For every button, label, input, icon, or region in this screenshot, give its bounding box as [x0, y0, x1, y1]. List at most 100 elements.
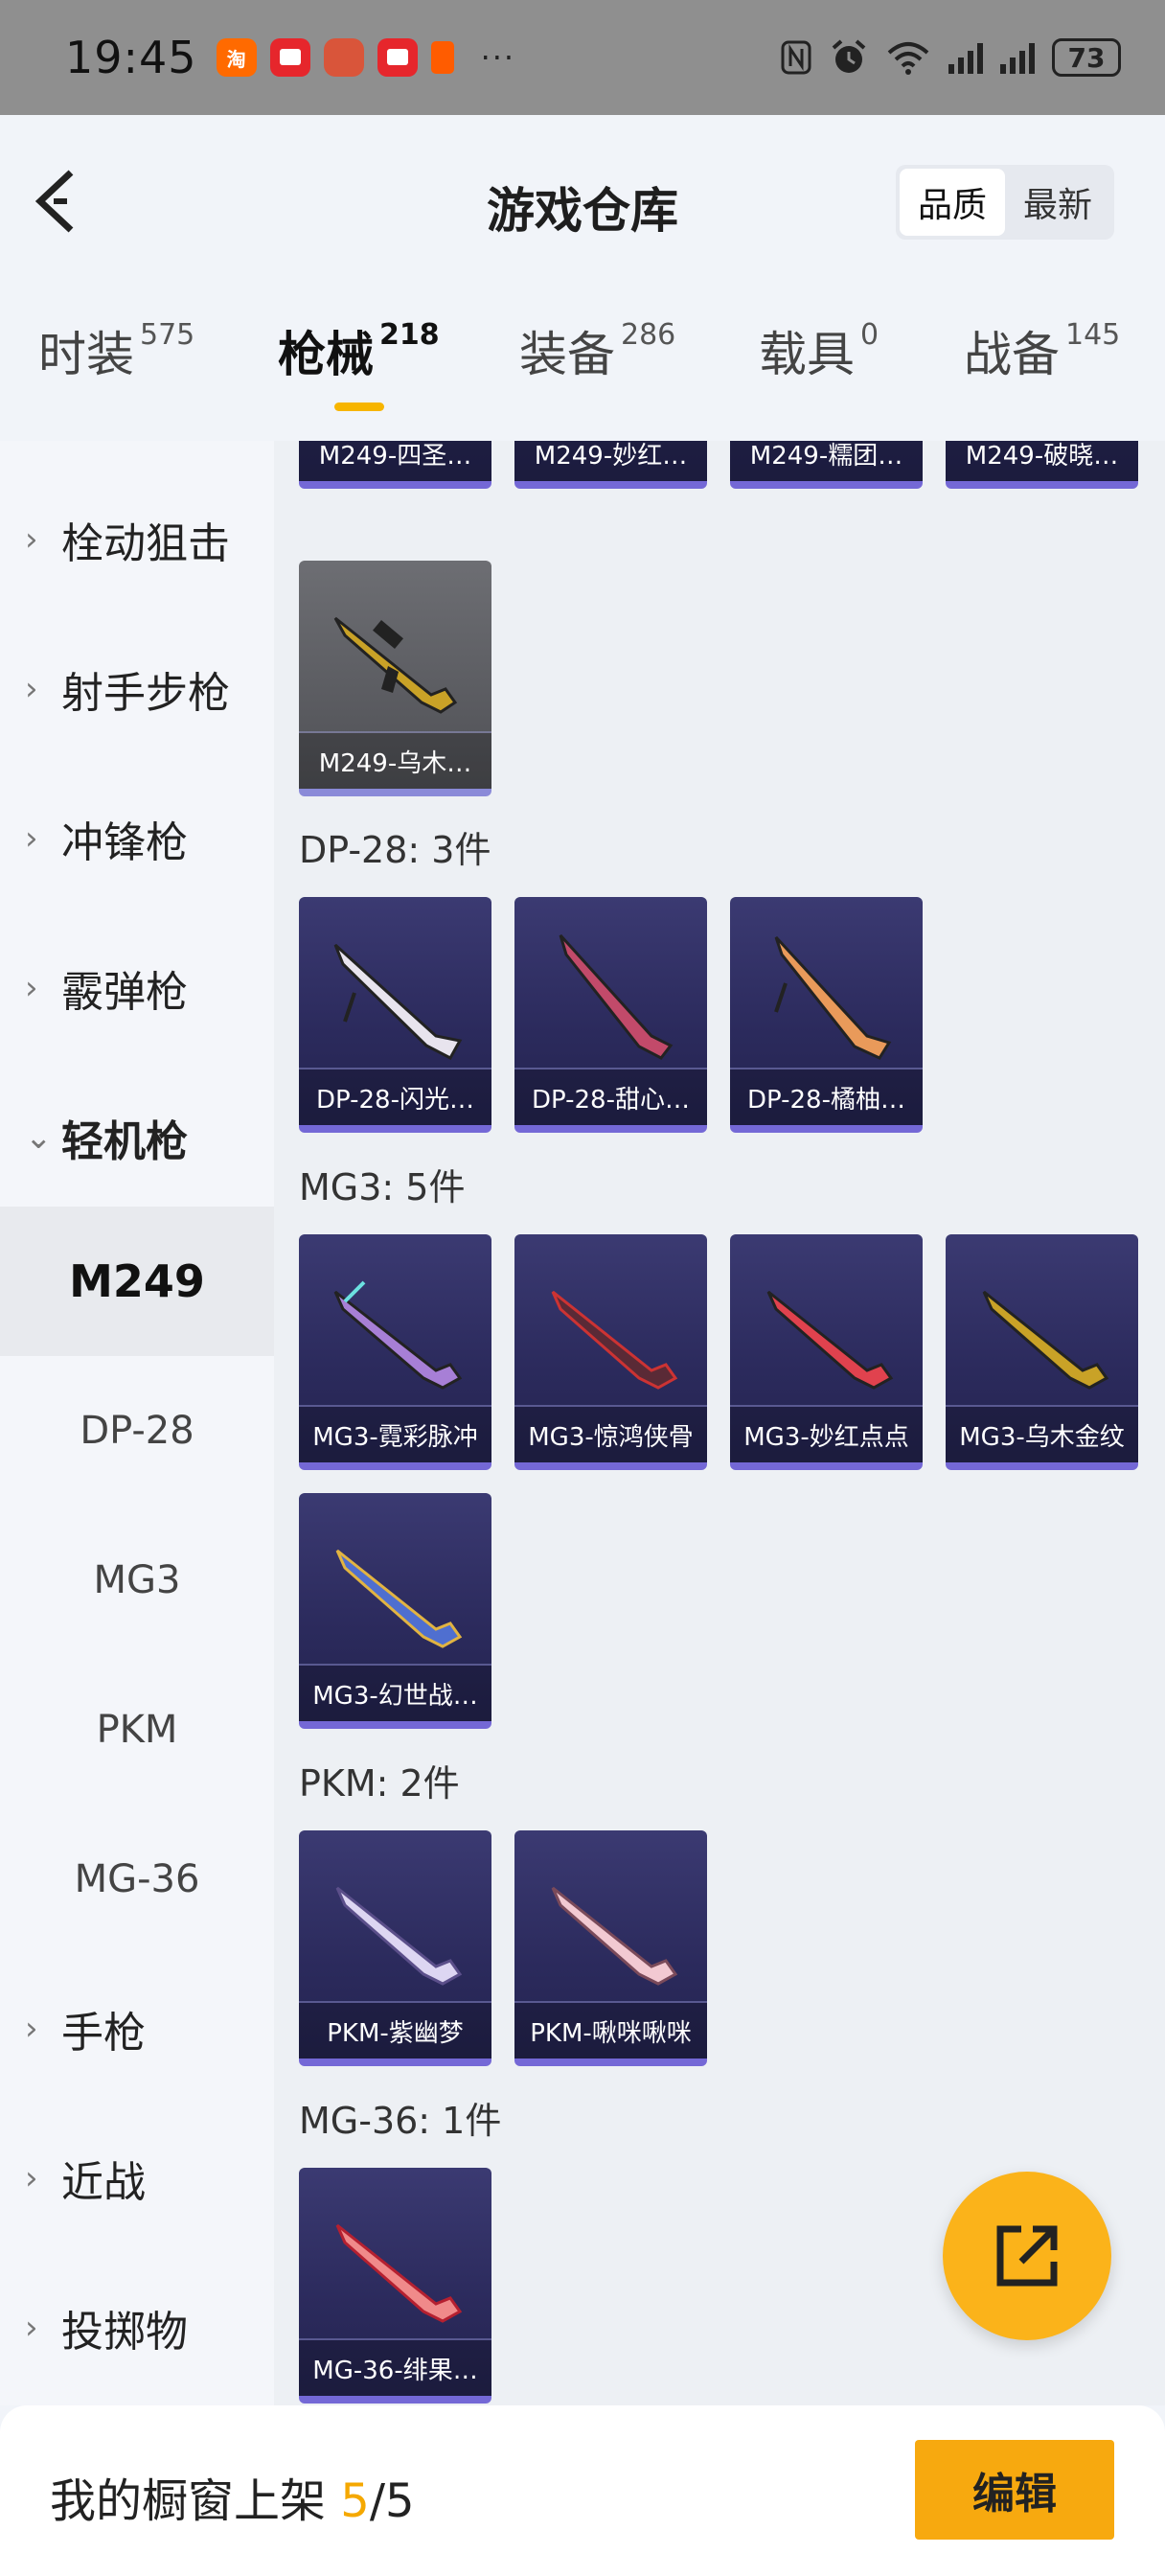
- lmg-gun-image: [335, 1549, 463, 1648]
- status-right: 73: [780, 38, 1121, 77]
- weapon-skin-grid: M249-四圣… M249-妙红… M249-糯团… M249-破晓… M249…: [274, 441, 1165, 2405]
- weapon-skin-card[interactable]: M249-破晓…: [946, 441, 1138, 489]
- tab-fashion[interactable]: 时装 575: [38, 316, 194, 385]
- battery-level: 73: [1067, 41, 1106, 74]
- sidebar-item-label: 轻机枪: [61, 1117, 188, 1166]
- game-face-icon: [323, 38, 364, 77]
- sidebar-sub-m249[interactable]: M249: [0, 1207, 274, 1356]
- weapon-skin-card[interactable]: MG-36-绯果…: [299, 2168, 491, 2404]
- sidebar-item-label: 近战: [61, 2158, 146, 2207]
- weapon-skin-card[interactable]: MG3-幻世战…: [299, 1493, 491, 1729]
- tab-count: 286: [621, 318, 676, 352]
- weapon-skin-name: MG3-惊鸿侠骨: [514, 1407, 707, 1462]
- section-title-mg3: MG3: 5件: [299, 1166, 466, 1208]
- sidebar-item-label: 冲锋枪: [61, 818, 188, 867]
- weapon-skin-name: DP-28-橘柚…: [730, 1070, 923, 1125]
- section-title-pkm: PKM: 2件: [299, 1762, 460, 1805]
- weapon-skin-card[interactable]: M249-四圣…: [299, 441, 491, 489]
- weapon-skin-name: M249-乌木…: [299, 733, 491, 789]
- weapon-skin-name: MG-36-绯果…: [299, 2340, 491, 2396]
- sidebar-item-smg[interactable]: › 冲锋枪: [0, 764, 274, 913]
- red-app-icon: [269, 38, 310, 77]
- sidebar-item-bolt-sniper[interactable]: › 栓动狙击: [0, 465, 274, 614]
- lmg-gun-image: [333, 616, 458, 714]
- weapon-skin-card[interactable]: PKM-紫幽梦: [299, 1830, 491, 2066]
- tab-vehicles[interactable]: 载具 0: [759, 316, 879, 385]
- weapon-skin-name: DP-28-甜心…: [514, 1070, 707, 1125]
- red-app-icon: [377, 38, 418, 77]
- lmg-gun-image: [551, 1290, 678, 1390]
- taobao-icon: 淘: [216, 38, 257, 77]
- sidebar-item-pistol[interactable]: › 手枪: [0, 1954, 274, 2104]
- sidebar-sub-pkm[interactable]: PKM: [0, 1655, 274, 1805]
- weapon-skin-card[interactable]: M249-乌木…: [299, 561, 491, 796]
- sidebar-item-label: 霰弹枪: [61, 968, 188, 1017]
- sidebar-sub-mg3[interactable]: MG3: [0, 1506, 274, 1655]
- sidebar-item-label: 投掷物: [61, 2308, 188, 2357]
- sort-toggle[interactable]: 品质 最新: [896, 165, 1114, 240]
- battery-icon: 73: [1052, 38, 1121, 77]
- weapon-skin-card[interactable]: DP-28-闪光…: [299, 897, 491, 1133]
- sidebar-item-lmg[interactable]: ⌄ 轻机枪: [0, 1063, 274, 1212]
- weapon-skin-name: MG3-霓彩脉冲: [299, 1407, 491, 1462]
- sidebar-item-melee[interactable]: › 近战: [0, 2104, 274, 2253]
- sort-quality-option[interactable]: 品质: [900, 169, 1005, 236]
- weapon-skin-card[interactable]: M249-妙红…: [514, 441, 707, 489]
- category-tabs: 时装 575 枪械 218 装备 286 载具 0 战备 145: [0, 316, 1165, 422]
- sidebar-item-label: 射手步枪: [61, 669, 230, 718]
- alarm-icon: [832, 39, 866, 73]
- active-tab-indicator: [334, 402, 384, 411]
- notification-icons: 淘 ···: [216, 38, 516, 77]
- sort-newest-option[interactable]: 最新: [1005, 169, 1110, 236]
- lmg-gun-image: [335, 2223, 463, 2323]
- weapon-skin-card[interactable]: PKM-啾咪啾咪: [514, 1830, 707, 2066]
- chevron-right-icon: ›: [25, 969, 38, 1007]
- weapon-skin-name: MG3-妙红点点: [730, 1407, 923, 1462]
- weapon-skin-card[interactable]: MG3-妙红点点: [730, 1234, 923, 1470]
- tab-label: 战备: [964, 327, 1060, 382]
- sidebar-sub-mg36[interactable]: MG-36: [0, 1805, 274, 1954]
- lmg-gun-image: [335, 1886, 463, 1986]
- tab-count: 218: [379, 318, 440, 352]
- chevron-right-icon: ›: [25, 2159, 38, 2197]
- lmg-gun-image: [551, 1886, 678, 1986]
- sidebar-item-label: 手枪: [61, 2009, 146, 2058]
- tab-label: 载具: [759, 327, 855, 382]
- weapon-skin-card[interactable]: M249-糯团…: [730, 441, 923, 489]
- weapon-skin-card[interactable]: MG3-惊鸿侠骨: [514, 1234, 707, 1470]
- section-title-dp28: DP-28: 3件: [299, 829, 491, 871]
- lmg-gun-image: [982, 1290, 1109, 1390]
- chevron-right-icon: ›: [25, 2309, 38, 2347]
- status-bar: 19:45 淘 ··· 73: [0, 0, 1165, 115]
- tab-supplies[interactable]: 战备 145: [964, 316, 1120, 385]
- sidebar-sub-dp28[interactable]: DP-28: [0, 1356, 274, 1506]
- weapon-skin-name: DP-28-闪光…: [299, 1070, 491, 1125]
- weapon-category-sidebar: › 栓动狙击 › 射手步枪 › 冲锋枪 › 霰弹枪 ⌄ 轻机枪 M249 DP-…: [0, 441, 274, 2405]
- nfc-icon: [781, 40, 811, 75]
- tab-count: 0: [860, 318, 879, 352]
- share-external-icon: [996, 2225, 1058, 2287]
- chevron-right-icon: ›: [25, 670, 38, 708]
- weapon-skin-card[interactable]: MG3-乌木金纹: [946, 1234, 1138, 1470]
- lmg-gun-image: [333, 1280, 463, 1390]
- tab-equipment[interactable]: 装备 286: [519, 316, 675, 385]
- chevron-right-icon: ›: [25, 819, 38, 858]
- weapon-skin-name: M249-妙红…: [514, 441, 707, 481]
- edit-button[interactable]: 编辑: [915, 2440, 1114, 2540]
- section-title-mg36: MG-36: 1件: [299, 2100, 502, 2142]
- tab-firearms[interactable]: 枪械 218: [278, 316, 440, 385]
- showcase-status: 我的橱窗上架 5/5: [50, 2463, 415, 2530]
- showcase-total-count: 5: [385, 2474, 415, 2528]
- share-button[interactable]: [943, 2172, 1111, 2340]
- weapon-skin-card[interactable]: MG3-霓彩脉冲: [299, 1234, 491, 1470]
- sidebar-item-throwables[interactable]: › 投掷物: [0, 2253, 274, 2403]
- more-notifications-icon: ···: [480, 39, 516, 76]
- sidebar-item-shotgun[interactable]: › 霰弹枪: [0, 913, 274, 1063]
- showcase-current-count: 5: [340, 2474, 370, 2528]
- showcase-separator: /: [369, 2474, 385, 2528]
- lmg-gun-image: [559, 933, 674, 1060]
- sidebar-item-dmr[interactable]: › 射手步枪: [0, 614, 274, 764]
- chevron-right-icon: ›: [25, 2010, 38, 2048]
- weapon-skin-card[interactable]: DP-28-橘柚…: [730, 897, 923, 1133]
- weapon-skin-card[interactable]: DP-28-甜心…: [514, 897, 707, 1133]
